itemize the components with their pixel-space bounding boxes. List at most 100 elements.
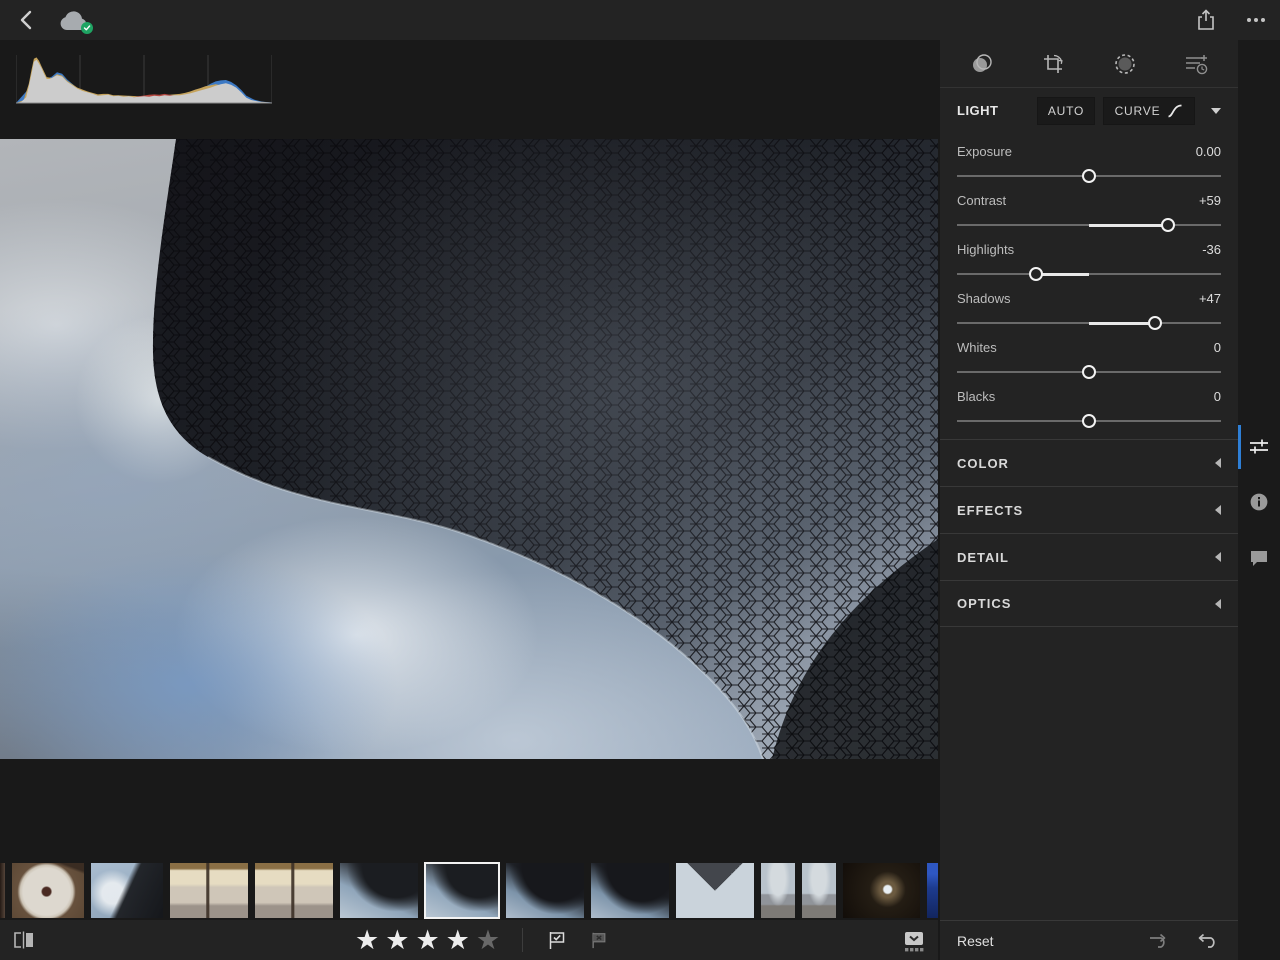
star-4-filled[interactable]: ★ — [446, 920, 470, 960]
pick-flag-icon — [547, 930, 567, 950]
auto-button[interactable]: AUTO — [1037, 97, 1095, 125]
slider-exposure[interactable]: Exposure0.00 — [957, 135, 1221, 184]
top-bar — [0, 0, 1280, 40]
thumbnail[interactable] — [0, 863, 5, 918]
info-icon — [1249, 492, 1269, 512]
histogram[interactable] — [16, 55, 272, 104]
slider-blacks[interactable]: Blacks0 — [957, 380, 1221, 429]
section-optics[interactable]: OPTICS — [940, 580, 1238, 627]
thumbnail[interactable] — [802, 863, 836, 918]
cloud-sync-button[interactable] — [58, 8, 90, 32]
info-tab[interactable] — [1238, 478, 1280, 526]
slider-knob[interactable] — [1148, 316, 1162, 330]
synced-badge-icon — [81, 22, 93, 34]
hide-filmstrip-button[interactable] — [900, 928, 928, 956]
slider-contrast[interactable]: Contrast +59 — [957, 184, 1221, 233]
slider-value: +47 — [1199, 291, 1221, 306]
more-icon — [1246, 17, 1266, 23]
comments-tab[interactable] — [1238, 534, 1280, 582]
section-detail[interactable]: DETAIL — [940, 533, 1238, 580]
presets-button[interactable] — [968, 50, 996, 78]
edit-panel: LIGHT AUTO CURVE Exposure0.00 Contrast +59… — [940, 40, 1238, 960]
slider-knob[interactable] — [1082, 365, 1096, 379]
slider-knob[interactable] — [1082, 169, 1096, 183]
edit-sliders-icon — [1248, 437, 1270, 457]
thumbnail[interactable] — [761, 863, 795, 918]
curve-button[interactable]: CURVE — [1103, 97, 1195, 125]
pick-flag-button[interactable] — [543, 926, 571, 954]
thumbnail[interactable] — [91, 863, 163, 918]
flag-group — [543, 926, 613, 954]
slider-value: +59 — [1199, 193, 1221, 208]
slider-knob[interactable] — [1082, 414, 1096, 428]
slider-knob[interactable] — [1161, 218, 1175, 232]
light-sliders: Exposure0.00 Contrast +59 Highlights -36 Shad… — [940, 133, 1238, 439]
thumbnail[interactable] — [340, 863, 418, 918]
thumbnail[interactable] — [506, 863, 584, 918]
versions-button[interactable] — [1182, 50, 1210, 78]
toolbar-divider — [522, 928, 523, 952]
thumbnail[interactable] — [12, 863, 84, 918]
star-3-filled[interactable]: ★ — [415, 920, 439, 960]
reset-button[interactable]: Reset — [957, 933, 1143, 949]
more-button[interactable] — [1242, 6, 1270, 34]
thumbnail[interactable] — [170, 863, 248, 918]
undo-button[interactable] — [1193, 927, 1221, 955]
slider-label: Shadows — [957, 291, 1010, 306]
star-5-empty[interactable]: ★ — [476, 920, 500, 960]
back-button[interactable] — [12, 6, 40, 34]
thumbnail[interactable] — [591, 863, 669, 918]
building-image — [0, 139, 938, 759]
collapse-light-chevron-icon[interactable] — [1211, 108, 1221, 114]
section-label: COLOR — [957, 456, 1009, 471]
slider-shadows[interactable]: Shadows +47 — [957, 282, 1221, 331]
slider-label: Highlights — [957, 242, 1014, 257]
thumbnail[interactable] — [255, 863, 333, 918]
curve-button-label: CURVE — [1115, 104, 1161, 118]
thumbnail[interactable] — [927, 863, 938, 918]
slider-fill — [1089, 224, 1168, 227]
active-tab-indicator — [1238, 425, 1241, 469]
versions-icon — [1183, 52, 1209, 76]
slider-label: Whites — [957, 340, 997, 355]
right-rail — [1238, 40, 1280, 960]
slider-highlights[interactable]: Highlights -36 — [957, 233, 1221, 282]
thumbnail[interactable] — [676, 863, 754, 918]
section-color[interactable]: COLOR — [940, 439, 1238, 486]
crop-icon — [1041, 52, 1065, 76]
lightroom-app: ★★★★★ — [0, 0, 1280, 960]
thumbnail[interactable] — [843, 863, 920, 918]
light-header: LIGHT AUTO CURVE — [940, 88, 1238, 133]
selective-edit-icon — [1113, 52, 1137, 76]
slider-knob[interactable] — [1029, 267, 1043, 281]
section-label: DETAIL — [957, 550, 1009, 565]
slider-value: 0 — [1214, 340, 1221, 355]
slider-value: 0 — [1214, 389, 1221, 404]
star-1-filled[interactable]: ★ — [355, 920, 379, 960]
slider-label: Contrast — [957, 193, 1006, 208]
before-after-icon — [13, 931, 35, 949]
before-after-button[interactable] — [10, 926, 38, 954]
selective-edit-button[interactable] — [1111, 50, 1139, 78]
slider-whites[interactable]: Whites 0 — [957, 331, 1221, 380]
slider-track[interactable] — [957, 273, 1221, 275]
panel-sections: COLOR EFFECTS DETAIL OPTICS — [940, 439, 1238, 627]
expand-section-chevron-icon — [1215, 458, 1221, 468]
star-2-filled[interactable]: ★ — [385, 920, 409, 960]
curve-icon — [1167, 104, 1183, 118]
slider-fill — [1036, 273, 1089, 276]
crop-button[interactable] — [1039, 50, 1067, 78]
reject-flag-icon — [590, 931, 608, 949]
back-icon — [22, 12, 30, 28]
thumbnail-selected[interactable] — [425, 863, 499, 918]
photo-canvas[interactable] — [0, 139, 938, 759]
stage: ★★★★★ — [0, 40, 938, 960]
expand-section-chevron-icon — [1215, 599, 1221, 609]
reject-flag-button[interactable] — [585, 926, 613, 954]
section-effects[interactable]: EFFECTS — [940, 486, 1238, 533]
light-section-label: LIGHT — [957, 103, 1029, 118]
share-button[interactable] — [1192, 6, 1220, 34]
slider-value: -36 — [1202, 242, 1221, 257]
redo-button[interactable] — [1143, 927, 1171, 955]
edit-tab[interactable] — [1238, 423, 1280, 471]
